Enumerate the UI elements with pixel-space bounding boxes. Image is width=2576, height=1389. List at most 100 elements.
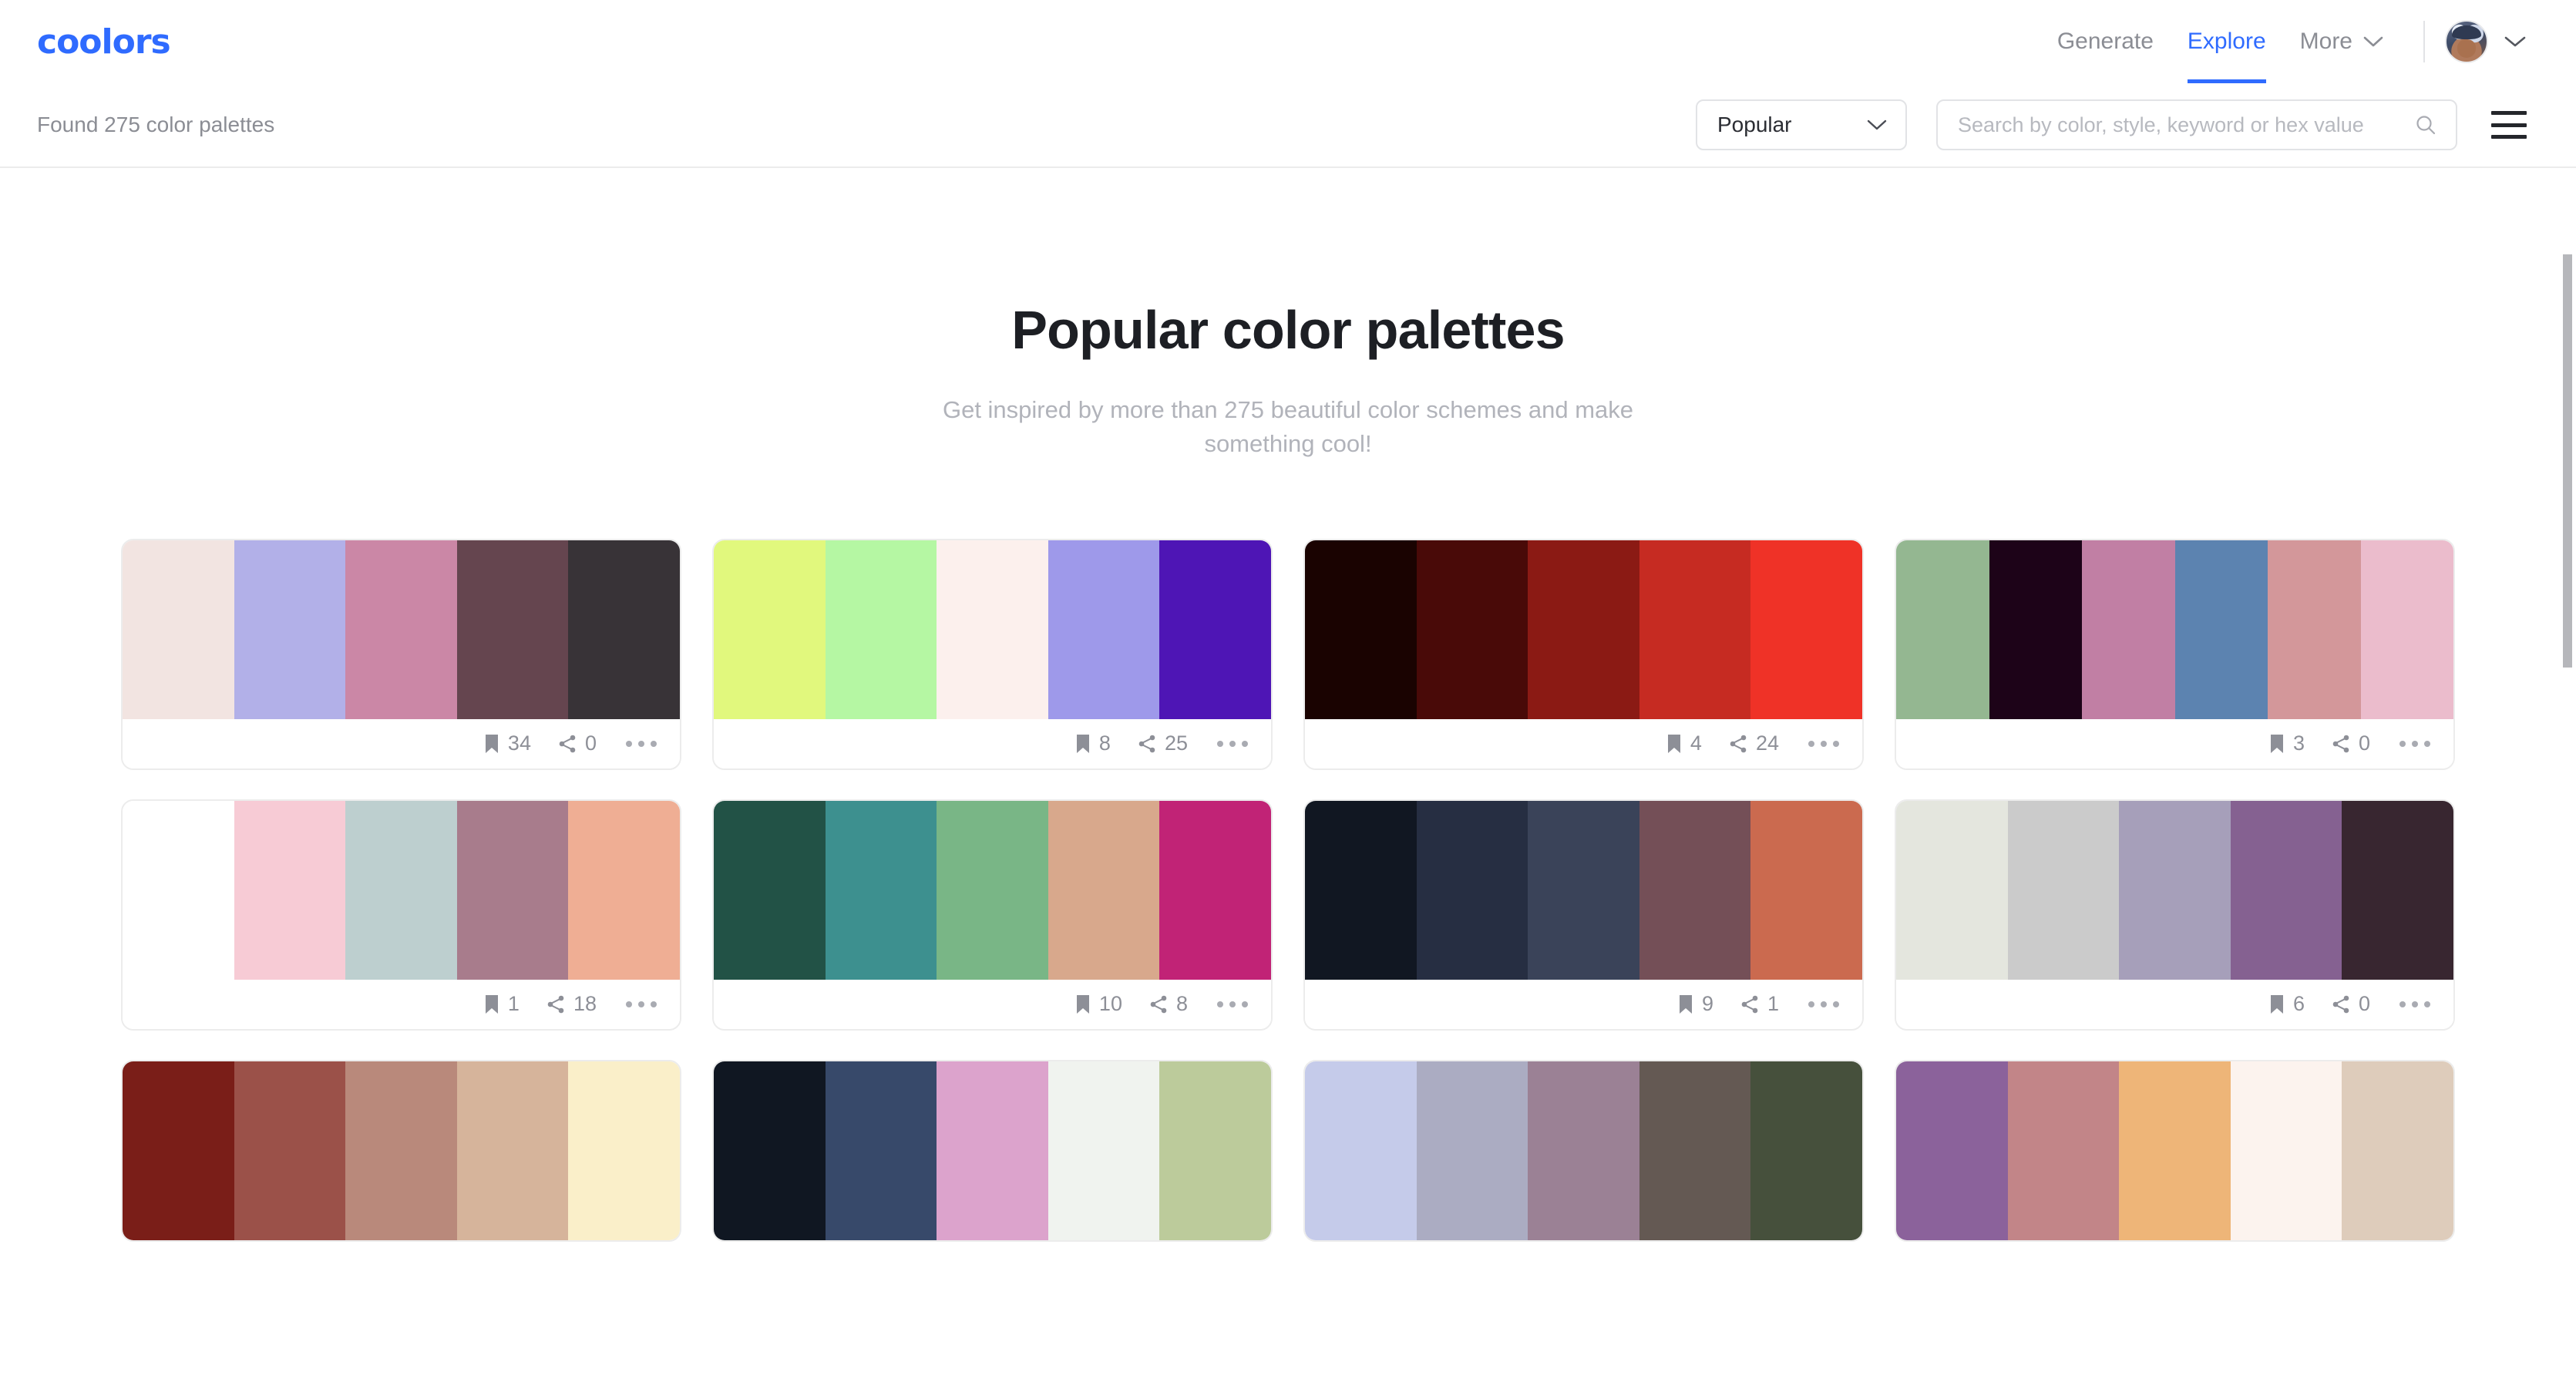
palette-swatch[interactable] bbox=[2119, 1061, 2231, 1240]
coolors-logo[interactable]: coolors bbox=[37, 22, 171, 62]
nav-link-explore[interactable]: Explore bbox=[2171, 0, 2283, 83]
palette-swatch[interactable] bbox=[1305, 540, 1417, 719]
palette-swatch[interactable] bbox=[937, 1061, 1048, 1240]
save-count[interactable]: 8 bbox=[1074, 731, 1111, 755]
palette-swatch[interactable] bbox=[2007, 1061, 2120, 1240]
palette-swatch[interactable] bbox=[1528, 540, 1639, 719]
share-count[interactable]: 8 bbox=[1148, 992, 1188, 1016]
palette-swatch[interactable] bbox=[2082, 540, 2175, 719]
palette-card[interactable] bbox=[1303, 1059, 1864, 1242]
share-count[interactable]: 1 bbox=[1740, 992, 1779, 1016]
palette-swatch[interactable] bbox=[937, 800, 1048, 980]
palette-swatch[interactable] bbox=[2007, 800, 2120, 980]
avatar[interactable] bbox=[2445, 20, 2488, 63]
share-count[interactable]: 0 bbox=[2331, 992, 2370, 1016]
save-count[interactable]: 34 bbox=[483, 731, 531, 755]
palette-swatch[interactable] bbox=[1896, 800, 2008, 980]
more-options-icon[interactable] bbox=[1807, 733, 1841, 755]
nav-link-more[interactable]: More bbox=[2283, 0, 2400, 83]
palette-swatch[interactable] bbox=[2230, 800, 2342, 980]
palette-card[interactable]: 34 0 bbox=[121, 538, 681, 770]
palette-swatch[interactable] bbox=[234, 1061, 346, 1240]
palette-swatch[interactable] bbox=[2342, 1061, 2453, 1240]
palette-swatch[interactable] bbox=[1896, 1061, 2008, 1240]
more-options-icon[interactable] bbox=[624, 994, 658, 1015]
palette-swatch[interactable] bbox=[1159, 1061, 1271, 1240]
palette-swatch[interactable] bbox=[1528, 1061, 1639, 1240]
save-count[interactable]: 6 bbox=[2268, 992, 2305, 1016]
share-count[interactable]: 18 bbox=[546, 992, 597, 1016]
palette-swatch[interactable] bbox=[825, 1061, 937, 1240]
palette-card[interactable]: 4 24 bbox=[1303, 538, 1864, 770]
more-options-icon[interactable] bbox=[2398, 733, 2432, 755]
palette-swatch[interactable] bbox=[2360, 540, 2453, 719]
palette-swatch[interactable] bbox=[1639, 1061, 1751, 1240]
palette-swatch[interactable] bbox=[1750, 540, 1862, 719]
palette-card[interactable]: 1 18 bbox=[121, 799, 681, 1031]
palette-swatch[interactable] bbox=[714, 540, 826, 719]
palette-swatch[interactable] bbox=[1048, 540, 1160, 719]
save-count[interactable]: 3 bbox=[2268, 731, 2305, 755]
palette-swatch[interactable] bbox=[123, 800, 234, 980]
palette-card[interactable] bbox=[712, 1059, 1273, 1242]
palette-swatch[interactable] bbox=[825, 540, 937, 719]
palette-swatch[interactable] bbox=[456, 800, 569, 980]
palette-swatch[interactable] bbox=[345, 1061, 457, 1240]
palette-swatch[interactable] bbox=[568, 540, 680, 719]
palette-swatch[interactable] bbox=[714, 800, 826, 980]
palette-swatch[interactable] bbox=[825, 800, 937, 980]
palette-swatch[interactable] bbox=[2268, 540, 2361, 719]
save-count[interactable]: 9 bbox=[1677, 992, 1713, 1016]
chevron-down-icon[interactable] bbox=[2504, 35, 2527, 49]
palette-swatch[interactable] bbox=[937, 540, 1048, 719]
page-scrollbar-thumb[interactable] bbox=[2563, 254, 2572, 668]
share-count[interactable]: 0 bbox=[557, 731, 597, 755]
palette-card[interactable]: 60 bbox=[1895, 799, 2455, 1031]
save-count[interactable]: 10 bbox=[1074, 992, 1122, 1016]
more-options-icon[interactable] bbox=[1807, 994, 1841, 1015]
sort-select[interactable]: Popular bbox=[1696, 99, 1907, 150]
more-options-icon[interactable] bbox=[624, 733, 658, 755]
nav-link-generate[interactable]: Generate bbox=[2040, 0, 2171, 83]
palette-swatch[interactable] bbox=[568, 1061, 680, 1240]
palette-card[interactable]: 10 8 bbox=[712, 799, 1273, 1031]
search-icon[interactable] bbox=[2414, 113, 2437, 136]
palette-swatch[interactable] bbox=[234, 540, 346, 719]
palette-card[interactable] bbox=[1895, 1059, 2455, 1242]
palette-card[interactable] bbox=[121, 1059, 681, 1242]
palette-swatch[interactable] bbox=[123, 540, 234, 719]
palette-card[interactable]: 91 bbox=[1303, 799, 1864, 1031]
more-options-icon[interactable] bbox=[1216, 733, 1249, 755]
palette-swatch[interactable] bbox=[1750, 1061, 1862, 1240]
palette-swatch[interactable] bbox=[1896, 540, 1989, 719]
palette-swatch[interactable] bbox=[1989, 540, 2082, 719]
palette-swatch[interactable] bbox=[345, 800, 457, 980]
palette-swatch[interactable] bbox=[456, 1061, 569, 1240]
save-count[interactable]: 4 bbox=[1666, 731, 1702, 755]
more-options-icon[interactable] bbox=[2398, 994, 2432, 1015]
palette-swatch[interactable] bbox=[2342, 800, 2453, 980]
palette-swatch[interactable] bbox=[1048, 800, 1160, 980]
share-count[interactable]: 25 bbox=[1137, 731, 1188, 755]
share-count[interactable]: 24 bbox=[1728, 731, 1779, 755]
palette-swatch[interactable] bbox=[568, 800, 680, 980]
palette-swatch[interactable] bbox=[1416, 800, 1528, 980]
palette-swatch[interactable] bbox=[2174, 540, 2268, 719]
hamburger-menu-icon[interactable] bbox=[2491, 111, 2527, 139]
palette-swatch[interactable] bbox=[456, 540, 569, 719]
palette-swatch[interactable] bbox=[123, 1061, 234, 1240]
search-container[interactable] bbox=[1936, 99, 2457, 150]
palette-swatch[interactable] bbox=[345, 540, 457, 719]
palette-card[interactable]: 8 25 bbox=[712, 538, 1273, 770]
user-menu[interactable] bbox=[2445, 20, 2527, 63]
palette-swatch[interactable] bbox=[1528, 800, 1639, 980]
palette-swatch[interactable] bbox=[2119, 800, 2231, 980]
palette-swatch[interactable] bbox=[1416, 1061, 1528, 1240]
more-options-icon[interactable] bbox=[1216, 994, 1249, 1015]
palette-card[interactable]: 30 bbox=[1895, 538, 2455, 770]
palette-swatch[interactable] bbox=[2230, 1061, 2342, 1240]
palette-swatch[interactable] bbox=[714, 1061, 826, 1240]
palette-swatch[interactable] bbox=[1639, 800, 1751, 980]
palette-swatch[interactable] bbox=[1048, 1061, 1160, 1240]
palette-swatch[interactable] bbox=[1639, 540, 1751, 719]
